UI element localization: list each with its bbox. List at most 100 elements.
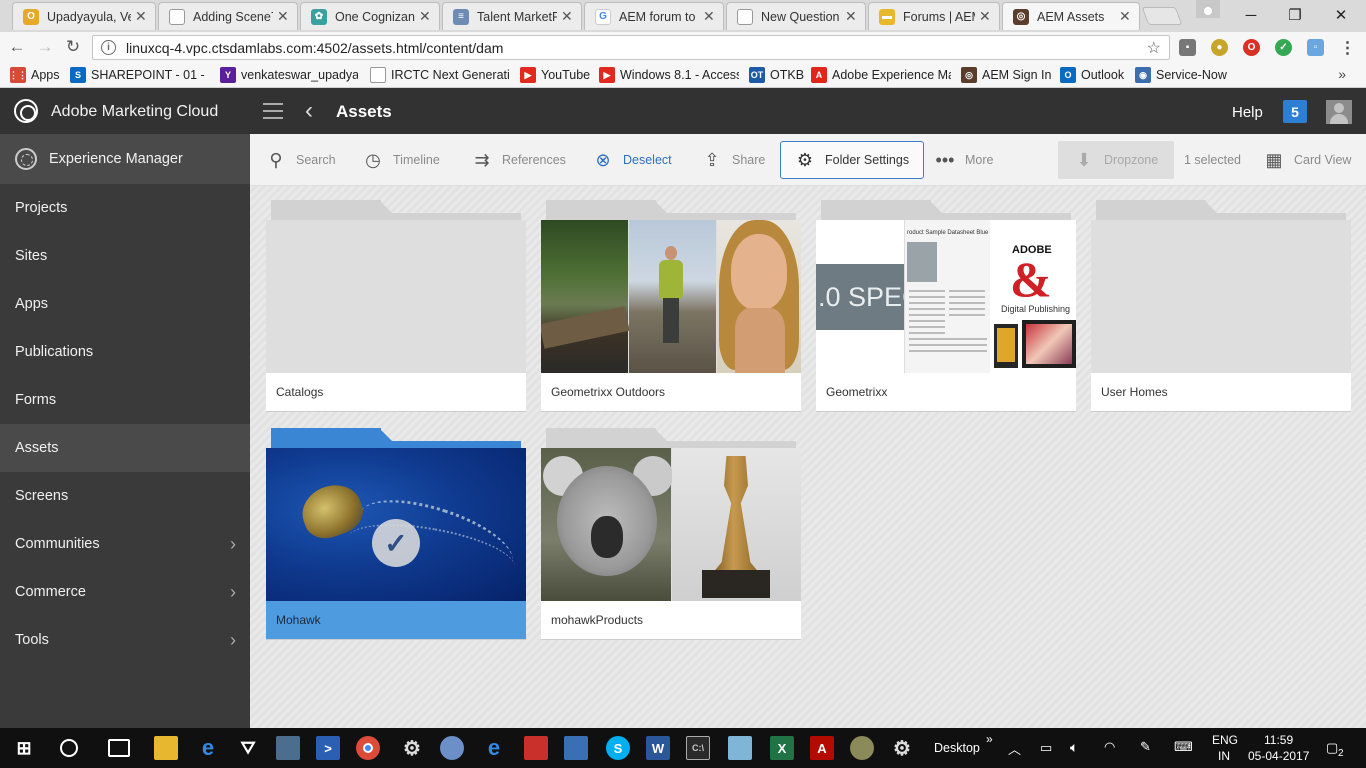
excel-icon[interactable]: X: [770, 736, 794, 760]
folder-card-user-homes[interactable]: User Homes: [1091, 200, 1351, 413]
bookmark-irctc[interactable]: IRCTC Next Generatio: [370, 67, 510, 83]
folder-title[interactable]: Geometrixx Outdoors: [541, 373, 801, 412]
folder-settings-button[interactable]: ⚙ Folder Settings: [780, 141, 925, 179]
paint-icon[interactable]: [850, 736, 874, 760]
folder-card-catalogs[interactable]: Catalogs: [266, 200, 526, 413]
rail-item-projects[interactable]: Projects: [0, 184, 250, 232]
close-tab-icon[interactable]: ✕: [703, 8, 715, 25]
browser-profile-icon[interactable]: [1196, 0, 1220, 18]
deselect-button[interactable]: ⊗ Deselect: [593, 134, 671, 186]
opera-icon[interactable]: O: [1243, 39, 1260, 56]
browser-tab[interactable]: Adding Scene7 ✕: [158, 2, 298, 30]
volume-icon[interactable]: 🔈︎: [1070, 739, 1078, 756]
browser-tab[interactable]: G AEM forum to ✕: [584, 2, 724, 30]
hamburger-menu-icon[interactable]: [263, 103, 283, 119]
forward-arrow-icon[interactable]: →: [34, 37, 56, 57]
gear-app-icon[interactable]: ⚙: [890, 736, 914, 760]
folder-thumbnail[interactable]: ✓: [266, 448, 526, 601]
rail-item-tools[interactable]: Tools ›: [0, 616, 250, 664]
rail-item-assets[interactable]: Assets: [0, 424, 250, 472]
user-avatar[interactable]: [1326, 100, 1352, 124]
folder-thumbnail[interactable]: [541, 448, 801, 601]
reload-icon[interactable]: ↻: [62, 37, 84, 57]
rail-item-sites[interactable]: Sites: [0, 232, 250, 280]
browser-tab[interactable]: ≡ Talent MarketP ✕: [442, 2, 582, 30]
bookmark-outlook[interactable]: O Outlook: [1060, 67, 1130, 83]
minimize-icon[interactable]: ─: [1228, 0, 1274, 30]
keyboard-icon[interactable]: ⌨: [1174, 739, 1193, 755]
marketing-cloud-logo-icon[interactable]: [14, 99, 38, 123]
selected-checkmark-icon[interactable]: ✓: [372, 519, 420, 567]
browser-tab[interactable]: ✿ One Cognizant ✕: [300, 2, 440, 30]
restore-icon[interactable]: ❐: [1272, 0, 1318, 30]
rail-item-apps[interactable]: Apps: [0, 280, 250, 328]
bookmark-otkb[interactable]: OT OTKB: [749, 67, 805, 83]
more-button[interactable]: ••• More: [935, 134, 994, 186]
toolbar-overflow-icon[interactable]: »: [986, 732, 993, 746]
command-prompt-icon[interactable]: C:\: [686, 736, 710, 760]
rail-header[interactable]: Experience Manager: [0, 134, 250, 184]
chrome-alt-icon[interactable]: [440, 736, 464, 760]
timeline-button[interactable]: ◷ Timeline: [363, 134, 440, 186]
new-tab-button[interactable]: [1141, 7, 1183, 25]
rail-item-forms[interactable]: Forms: [0, 376, 250, 424]
share-button[interactable]: ⇪ Share: [702, 134, 765, 186]
back-chevron-icon[interactable]: ‹: [305, 97, 313, 125]
folder-thumbnail[interactable]: [541, 220, 801, 373]
folder-title[interactable]: User Homes: [1091, 373, 1351, 412]
desktop-toolbar-label[interactable]: Desktop: [934, 741, 980, 755]
close-tab-icon[interactable]: ✕: [561, 8, 573, 25]
language-indicator[interactable]: ENG: [1212, 733, 1238, 747]
close-tab-icon[interactable]: ✕: [419, 8, 431, 25]
folder-card-mohawkproducts[interactable]: mohawkProducts: [541, 428, 801, 641]
folder-card-geometrixx-outdoors[interactable]: Geometrixx Outdoors: [541, 200, 801, 413]
bookmark-adobe[interactable]: A Adobe Experience Ma: [811, 67, 951, 83]
snipping-tool-icon[interactable]: [524, 736, 548, 760]
skype-icon[interactable]: S: [606, 736, 630, 760]
bookmark-servicenow[interactable]: ◉ Service-Now: [1135, 67, 1235, 83]
remote-desktop-icon[interactable]: [564, 736, 588, 760]
rail-item-commerce[interactable]: Commerce ›: [0, 568, 250, 616]
edge-icon[interactable]: e: [196, 735, 220, 760]
acrobat-icon[interactable]: A: [810, 736, 834, 760]
file-explorer-icon[interactable]: [154, 736, 178, 760]
url-text[interactable]: linuxcq-4.vpc.ctsdamlabs.com:4502/assets…: [126, 40, 1147, 56]
bookmark-windows[interactable]: ▶ Windows 8.1 - Access: [599, 67, 739, 83]
internet-explorer-icon[interactable]: e: [482, 735, 506, 760]
browser-tab-active[interactable]: ◎ AEM Assets ✕: [1002, 2, 1140, 30]
bookmark-apps[interactable]: ⋮⋮ Apps: [10, 67, 65, 83]
bookmark-sharepoint[interactable]: S SHAREPOINT - 01 - D: [70, 67, 208, 83]
bookmarks-overflow-icon[interactable]: »: [1338, 66, 1346, 82]
notepad-icon[interactable]: [728, 736, 752, 760]
rail-item-publications[interactable]: Publications: [0, 328, 250, 376]
clock-time[interactable]: 11:59: [1264, 733, 1293, 747]
folder-title[interactable]: Mohawk: [266, 601, 526, 640]
references-button[interactable]: ⇉ References: [472, 134, 565, 186]
browser-tab[interactable]: ▬ Forums | AEM ✕: [868, 2, 1000, 30]
bookmark-aem-sign-in[interactable]: ◎ AEM Sign In: [961, 67, 1053, 83]
dropzone-button[interactable]: ⬇ Dropzone: [1058, 141, 1175, 179]
browser-tab[interactable]: O Upadyayula, Ve ✕: [12, 2, 156, 30]
network-app-icon[interactable]: [276, 736, 300, 760]
folder-thumbnail[interactable]: .0 SPEC roduct Sample Datasheet Blue: [816, 220, 1076, 373]
clock-date[interactable]: 05-04-2017: [1248, 749, 1309, 763]
bookmark-youtube[interactable]: ▶ YouTube: [520, 67, 592, 83]
settings-gear-icon[interactable]: ⚙: [400, 736, 424, 760]
store-icon[interactable]: ⛛: [236, 736, 260, 760]
close-tab-icon[interactable]: ✕: [979, 8, 991, 25]
check-extension-icon[interactable]: ✓: [1275, 39, 1292, 56]
word-icon[interactable]: W: [646, 736, 670, 760]
folder-title[interactable]: mohawkProducts: [541, 601, 801, 640]
pen-icon[interactable]: ✎: [1140, 739, 1151, 755]
windows-start-icon[interactable]: ⊞: [12, 736, 36, 760]
bookmark-star-icon[interactable]: ☆: [1147, 38, 1161, 58]
action-center-icon[interactable]: ▢: [1326, 740, 1338, 756]
search-circle-icon[interactable]: [60, 739, 78, 757]
chrome-icon[interactable]: [356, 736, 380, 760]
notifications-badge[interactable]: 5: [1283, 100, 1307, 123]
battery-icon[interactable]: ▭: [1040, 740, 1052, 756]
help-link[interactable]: Help: [1232, 104, 1263, 121]
folder-title[interactable]: Catalogs: [266, 373, 526, 412]
folder-title[interactable]: Geometrixx: [816, 373, 1076, 412]
back-arrow-icon[interactable]: ←: [6, 37, 28, 57]
